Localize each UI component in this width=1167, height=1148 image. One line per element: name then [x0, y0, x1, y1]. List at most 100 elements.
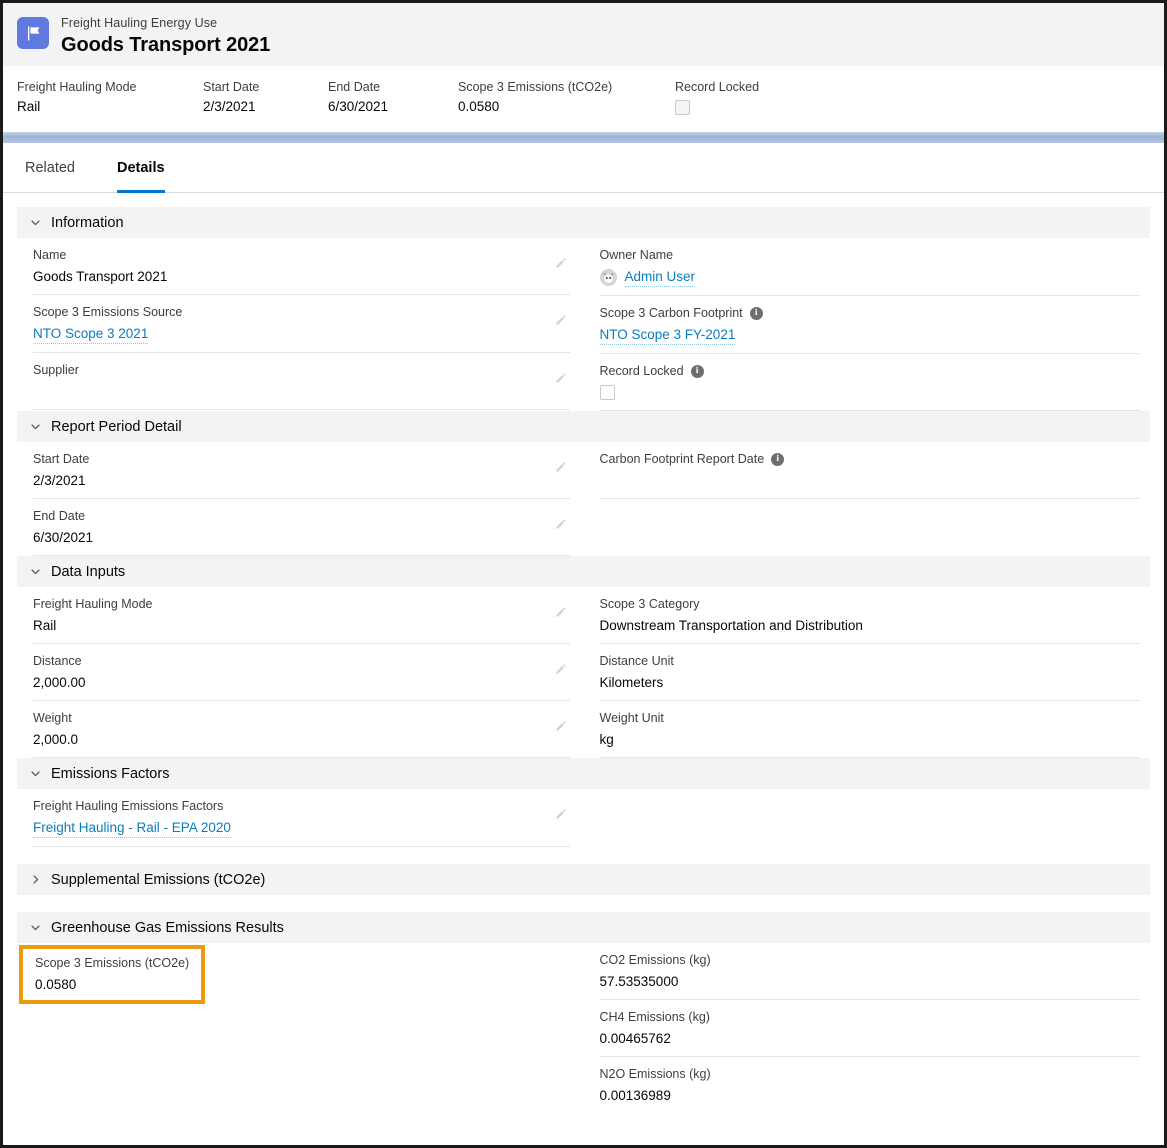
tab-bar: Related Details [3, 143, 1164, 193]
record-locked-checkbox[interactable] [675, 100, 690, 115]
section-report-period-detail: Report Period Detail Start Date 2/3/2021… [17, 411, 1150, 556]
record-detail-page: Freight Hauling Energy Use Goods Transpo… [0, 0, 1167, 1148]
section-supplemental-emissions: Supplemental Emissions (tCO2e) [17, 864, 1150, 912]
field-distance: Distance 2,000.00 [33, 644, 570, 701]
field-value: Downstream Transportation and Distributi… [599, 618, 863, 633]
highlight-label: Record Locked [675, 80, 760, 94]
field-label: Freight Hauling Mode [33, 597, 153, 611]
section-header-report-period-detail[interactable]: Report Period Detail [17, 411, 1150, 442]
link-freight-hauling-emissions-factors[interactable]: Freight Hauling - Rail - EPA 2020 [33, 818, 231, 838]
edit-pencil-icon[interactable] [554, 662, 568, 676]
field-distance-unit: Distance Unit Kilometers [599, 644, 1140, 701]
field-scope3-carbon-footprint: Scope 3 Carbon Footprint i NTO Scope 3 F… [599, 296, 1141, 354]
field-value: NTO Scope 3 FY-2021 [599, 325, 1141, 345]
highlights-panel: Freight Hauling Mode Rail Start Date 2/3… [3, 66, 1164, 132]
edit-pencil-icon[interactable] [554, 371, 568, 385]
highlight-value: 2/3/2021 [203, 99, 256, 114]
field-spacer [600, 499, 1141, 547]
section-header-information[interactable]: Information [17, 207, 1150, 238]
highlight-label: Scope 3 Emissions (tCO2e) [458, 80, 613, 94]
field-value: Freight Hauling - Rail - EPA 2020 [33, 818, 570, 838]
chevron-down-icon [27, 419, 43, 435]
field-supplier: Supplier [33, 353, 570, 410]
field-owner-name: Owner Name Admin User [599, 238, 1141, 296]
section-title: Emissions Factors [51, 765, 170, 782]
edit-pencil-icon[interactable] [554, 517, 568, 531]
field-start-date: Start Date 2/3/2021 [33, 442, 570, 499]
column-left: Scope 3 Emissions (tCO2e) 0.0580 [17, 943, 584, 1113]
field-value: Rail [33, 618, 57, 633]
field-label: N2O Emissions (kg) [599, 1067, 711, 1081]
edit-pencil-icon[interactable] [554, 807, 568, 821]
link-scope3-emissions-source[interactable]: NTO Scope 3 2021 [33, 324, 149, 344]
field-label: CO2 Emissions (kg) [599, 953, 711, 967]
info-icon[interactable]: i [771, 452, 785, 466]
entity-type-label: Freight Hauling Energy Use [61, 16, 218, 30]
section-title: Supplemental Emissions (tCO2e) [51, 871, 266, 888]
field-value: 6/30/2021 [33, 530, 94, 545]
section-title: Information [51, 214, 124, 231]
column-left: Freight Hauling Emissions Factors Freigh… [17, 789, 584, 847]
avatar [599, 268, 617, 286]
field-value: 0.00136989 [599, 1088, 671, 1103]
field-label: Scope 3 Carbon Footprint i [600, 305, 1141, 321]
edit-pencil-icon[interactable] [554, 256, 568, 270]
section-title: Data Inputs [51, 563, 126, 580]
chevron-down-icon [27, 564, 43, 580]
field-co2-emissions: CO2 Emissions (kg) 57.53535000 [599, 943, 1140, 1000]
section-ghg-results: Greenhouse Gas Emissions Results Scope 3… [17, 912, 1150, 1113]
field-ch4-emissions: CH4 Emissions (kg) 0.00465762 [599, 1000, 1140, 1057]
info-icon[interactable]: i [749, 306, 763, 320]
highlight-field-record-locked: Record Locked [675, 79, 759, 132]
edit-pencil-icon[interactable] [554, 719, 568, 733]
column-right: Scope 3 Category Downstream Transportati… [584, 587, 1151, 758]
field-value: 0.00465762 [599, 1031, 671, 1046]
field-record-locked: Record Locked i [599, 354, 1141, 411]
page-title: Goods Transport 2021 [61, 34, 271, 56]
field-value: Admin User [599, 267, 1141, 287]
tab-related[interactable]: Related [25, 143, 75, 192]
field-value: 2/3/2021 [33, 473, 86, 488]
link-owner-name[interactable]: Admin User [624, 267, 696, 287]
section-body: Name Goods Transport 2021 Scope 3 Emissi… [17, 238, 1150, 411]
section-header-ghg-results[interactable]: Greenhouse Gas Emissions Results [17, 912, 1150, 943]
column-right [584, 789, 1151, 847]
section-header-data-inputs[interactable]: Data Inputs [17, 556, 1150, 587]
section-header-supplemental-emissions[interactable]: Supplemental Emissions (tCO2e) [17, 864, 1150, 895]
field-value: NTO Scope 3 2021 [33, 324, 570, 344]
field-label: Distance [33, 654, 82, 668]
record-header: Freight Hauling Energy Use Goods Transpo… [3, 3, 1164, 66]
edit-pencil-icon[interactable] [554, 605, 568, 619]
tab-details[interactable]: Details [116, 143, 165, 193]
link-scope3-carbon-footprint[interactable]: NTO Scope 3 FY-2021 [599, 325, 736, 345]
record-locked-checkbox[interactable] [599, 385, 615, 400]
edit-pencil-icon[interactable] [554, 460, 568, 474]
field-freight-hauling-mode: Freight Hauling Mode Rail [33, 587, 570, 644]
field-label: CH4 Emissions (kg) [599, 1010, 710, 1024]
section-header-emissions-factors[interactable]: Emissions Factors [17, 758, 1150, 789]
section-title: Greenhouse Gas Emissions Results [51, 919, 284, 936]
field-scope3-category: Scope 3 Category Downstream Transportati… [599, 587, 1140, 644]
field-label: Weight [33, 711, 72, 725]
field-label: Scope 3 Emissions Source [33, 305, 183, 319]
highlight-field-end-date: End Date 6/30/2021 [328, 79, 458, 132]
column-right: CO2 Emissions (kg) 57.53535000 CH4 Emiss… [584, 943, 1151, 1113]
info-icon[interactable]: i [690, 364, 704, 378]
field-label: Start Date [33, 452, 90, 466]
edit-pencil-icon[interactable] [554, 313, 568, 327]
field-label: Scope 3 Category [599, 597, 700, 611]
column-left: Start Date 2/3/2021 End Date 6/30/2021 [17, 442, 584, 556]
section-information: Information Name Goods Transport 2021 Sc… [17, 207, 1150, 411]
field-label: Name [33, 248, 67, 262]
field-label: Freight Hauling Emissions Factors [33, 799, 224, 813]
field-value [599, 383, 1141, 402]
field-label-text: Scope 3 Carbon Footprint [599, 306, 743, 320]
highlight-label: Freight Hauling Mode [17, 80, 137, 94]
column-left: Name Goods Transport 2021 Scope 3 Emissi… [17, 238, 584, 411]
field-value: 0.0580 [35, 977, 77, 992]
highlight-field-scope3-emissions: Scope 3 Emissions (tCO2e) 0.0580 [458, 79, 675, 132]
highlight-value: 6/30/2021 [328, 99, 389, 114]
flag-icon [17, 17, 49, 49]
